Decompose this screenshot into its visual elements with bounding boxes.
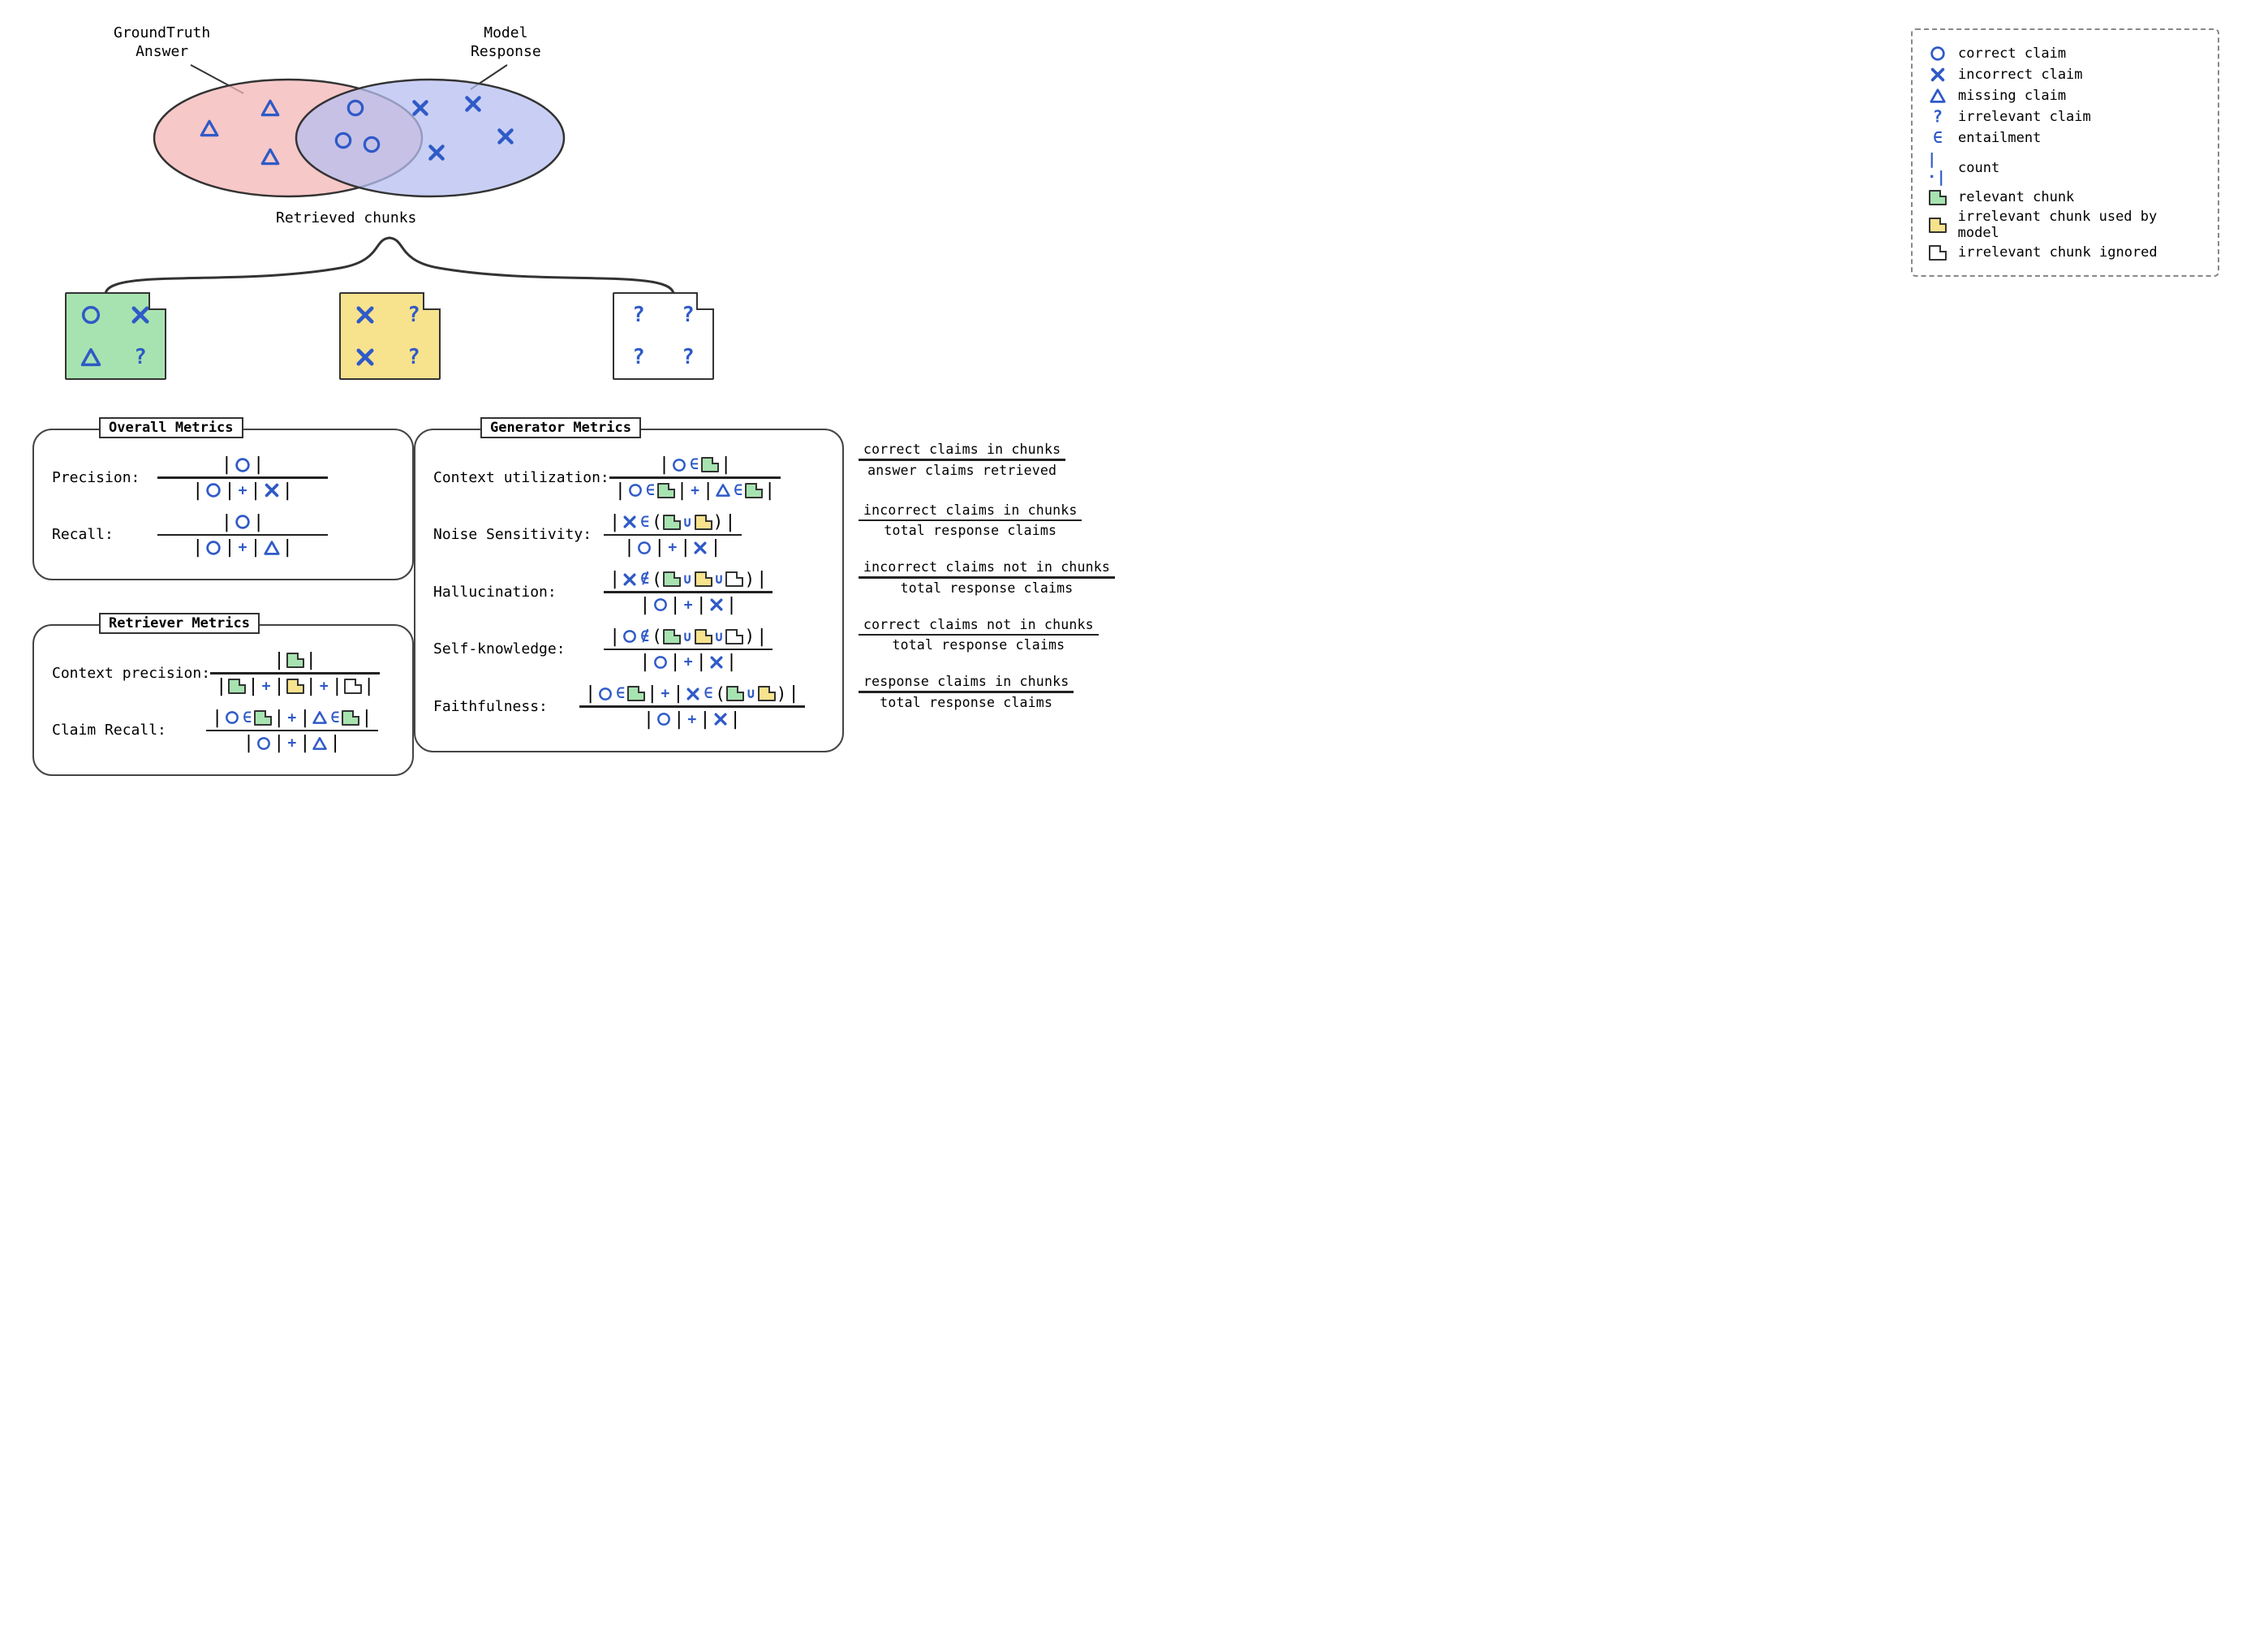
metric-label: Claim Recall: (52, 722, 206, 739)
formula: |∈| |∈|+|∈| (609, 453, 781, 502)
count-icon: |·| (1927, 150, 1948, 186)
box-title: Overall Metrics (99, 417, 243, 438)
retriever-metrics-box: Retriever Metrics Context precision: || … (32, 624, 414, 776)
chunk-white-icon (1927, 245, 1948, 261)
chunk-relevant (65, 292, 166, 380)
venn-diagram (105, 61, 609, 215)
legend-box: correct claim incorrect claim missing cl… (1911, 28, 2219, 277)
metric-label: Precision: (52, 469, 157, 486)
legend-text: irrelevant chunk used by model (1958, 209, 2203, 241)
model-label: ModelResponse (471, 24, 541, 61)
legend-text: irrelevant chunk ignored (1958, 244, 2158, 261)
legend-text: entailment (1958, 130, 2041, 146)
formula: |∉(∪∪)| ||+|| (604, 567, 772, 617)
metric-label: Noise Sensitivity: (433, 526, 604, 543)
metric-label: Context precision: (52, 665, 210, 682)
legend-text: missing claim (1958, 88, 2066, 104)
explain-text: incorrect claims in chunks (859, 501, 1082, 519)
explain-text: total response claims (875, 693, 1057, 712)
explain-text: total response claims (896, 579, 1078, 597)
box-title: Generator Metrics (480, 417, 641, 438)
legend-text: relevant chunk (1958, 189, 2074, 205)
question-icon (1927, 108, 1948, 126)
explanations-column: correct claims in chunks answer claims re… (844, 406, 1168, 776)
formula: || ||+||+|| (210, 649, 380, 698)
entail-icon: ∈ (1927, 129, 1948, 147)
chunk-green-icon (1927, 190, 1948, 205)
circle-icon (1927, 45, 1948, 62)
metric-label: Context utilization: (433, 469, 609, 486)
metric-label: Self-knowledge: (433, 640, 604, 657)
formula: |∈|+|∈(∪)| ||+|| (579, 682, 805, 731)
chunks-row (65, 292, 714, 380)
gt-label: GroundTruthAnswer (114, 24, 210, 61)
legend-text: irrelevant claim (1958, 109, 2091, 125)
formula: |∉(∪∪)| ||+|| (604, 625, 772, 675)
formula: || ||+|| (157, 453, 328, 502)
chunk-yellow-icon (1927, 218, 1948, 233)
box-title: Retriever Metrics (99, 613, 260, 634)
metric-label: Recall: (52, 526, 157, 543)
chunk-irrelevant-used (339, 292, 441, 380)
triangle-icon (1927, 87, 1948, 105)
legend-text: incorrect claim (1958, 67, 2083, 83)
retrieved-chunks-label: Retrieved chunks (276, 209, 416, 226)
overall-metrics-box: Overall Metrics Precision: || ||+|| Reca… (32, 429, 414, 580)
legend-text: correct claim (1958, 45, 2066, 62)
formula: |∈|+|∈| ||+|| (206, 706, 378, 756)
explain-text: response claims in chunks (859, 672, 1074, 691)
formula: || ||+|| (157, 511, 328, 560)
formula: |∈(∪)| ||+|| (604, 511, 742, 560)
explain-text: correct claims in chunks (859, 440, 1065, 459)
top-diagram: GroundTruthAnswer ModelResponse Retrieve… (32, 24, 2236, 398)
chunk-irrelevant-ignored (613, 292, 714, 380)
generator-metrics-box: Generator Metrics Context utilization: |… (414, 429, 844, 752)
legend-text: count (1958, 160, 1999, 176)
explain-text: total response claims (879, 521, 1061, 540)
metric-label: Faithfulness: (433, 698, 579, 715)
explain-text: total response claims (887, 636, 1069, 654)
curly-brace (73, 231, 706, 300)
explain-text: answer claims retrieved (863, 461, 1061, 480)
explain-text: incorrect claims not in chunks (859, 558, 1115, 576)
cross-icon (1927, 66, 1948, 84)
explain-text: correct claims not in chunks (859, 615, 1099, 634)
metric-label: Hallucination: (433, 584, 604, 601)
